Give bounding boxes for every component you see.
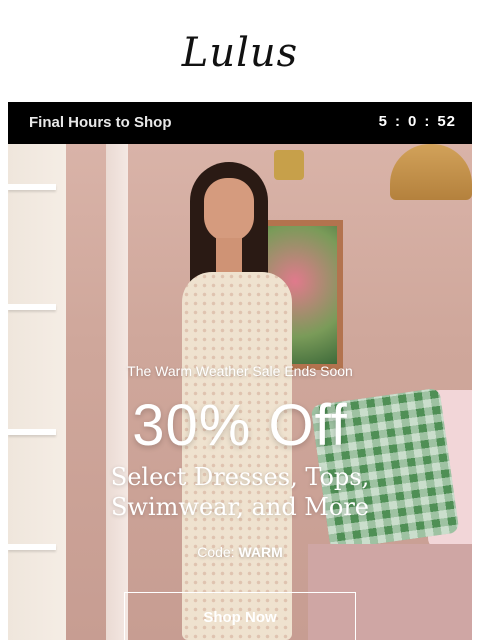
countdown-timer: 5:0:52 — [379, 113, 456, 130]
shop-now-button[interactable]: Shop Now — [124, 592, 356, 640]
discount-headline: 30% Off — [132, 393, 348, 458]
promo-code: Code: WARM — [8, 544, 472, 560]
timer-hours: 5 — [378, 113, 388, 130]
hero-banner[interactable]: The Warm Weather Sale Ends Soon 30% Off … — [8, 144, 472, 640]
lulus-logo[interactable]: Lulus — [0, 30, 480, 76]
timer-separator: : — [424, 113, 431, 130]
sale-tagline: The Warm Weather Sale Ends Soon — [127, 363, 353, 379]
timer-minutes: 0 — [407, 113, 418, 130]
hero-text-overlay: The Warm Weather Sale Ends Soon 30% Off … — [8, 144, 472, 640]
countdown-label: Final Hours to Shop — [29, 114, 172, 131]
timer-seconds: 52 — [437, 113, 456, 130]
countdown-bar: Final Hours to Shop 5:0:52 — [8, 102, 472, 144]
subhead-line-2: Swimwear, and More — [110, 493, 370, 521]
sale-subhead: Select Dresses, Tops, Swimwear, and More — [8, 462, 472, 522]
subhead-line-1: Select Dresses, Tops, — [110, 463, 370, 491]
email-header: Lulus — [0, 0, 480, 102]
promo-code-label: Code: — [197, 544, 235, 560]
promo-code-value: WARM — [238, 544, 283, 560]
timer-separator: : — [394, 113, 401, 130]
